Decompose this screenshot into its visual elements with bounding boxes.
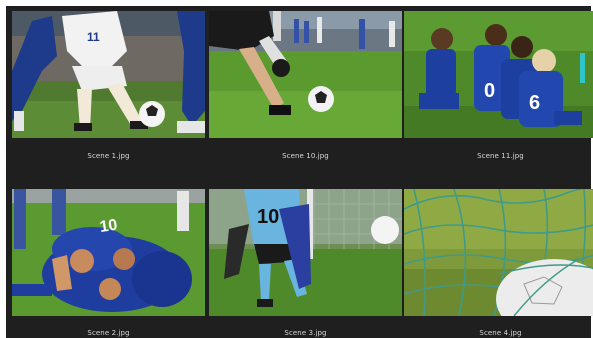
jersey-number: 6 bbox=[529, 92, 540, 114]
thumbnail-image[interactable] bbox=[404, 189, 593, 316]
thumbnail-filename: Scene 11.jpg bbox=[477, 152, 524, 160]
thumbnail-filename: Scene 10.jpg bbox=[282, 152, 329, 160]
thumbnail-image[interactable]: 0 6 bbox=[404, 11, 593, 138]
thumbnail-image[interactable]: 10 bbox=[12, 189, 205, 316]
thumbnail-image[interactable]: 10 bbox=[209, 189, 402, 316]
jersey-number: 0 bbox=[484, 80, 495, 102]
jersey-number: 10 bbox=[99, 217, 119, 236]
thumbnail-filename: Scene 3.jpg bbox=[284, 329, 327, 337]
thumbnail-filename: Scene 2.jpg bbox=[87, 329, 130, 337]
jersey-number: 10 bbox=[257, 206, 279, 228]
jersey-number: 11 bbox=[87, 30, 100, 44]
thumbnail-image[interactable]: 11 bbox=[12, 11, 205, 138]
thumbnail-image[interactable] bbox=[209, 11, 402, 138]
thumbnail-filename: Scene 1.jpg bbox=[87, 152, 130, 160]
gallery-panel: 11 Scene 1.jpg Scene 10.jpg 0 6 Scene 11… bbox=[6, 6, 593, 338]
thumbnail-filename: Scene 4.jpg bbox=[479, 329, 522, 337]
